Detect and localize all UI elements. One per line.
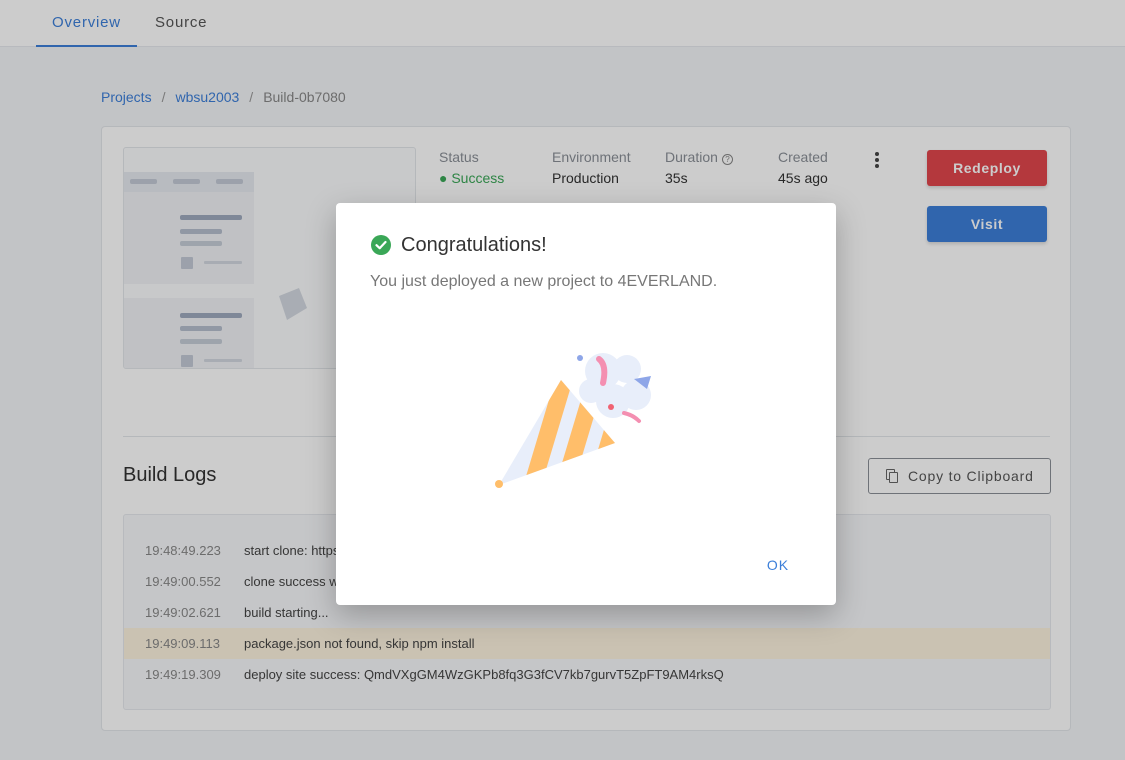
dialog-message: You just deployed a new project to 4EVER… <box>370 273 718 290</box>
dialog-title: Congratulations! <box>401 234 547 256</box>
ok-button[interactable]: OK <box>758 554 798 576</box>
party-popper-icon <box>495 353 651 488</box>
check-circle-icon <box>371 235 391 255</box>
congratulations-dialog: Congratulations! You just deployed a new… <box>336 203 836 605</box>
